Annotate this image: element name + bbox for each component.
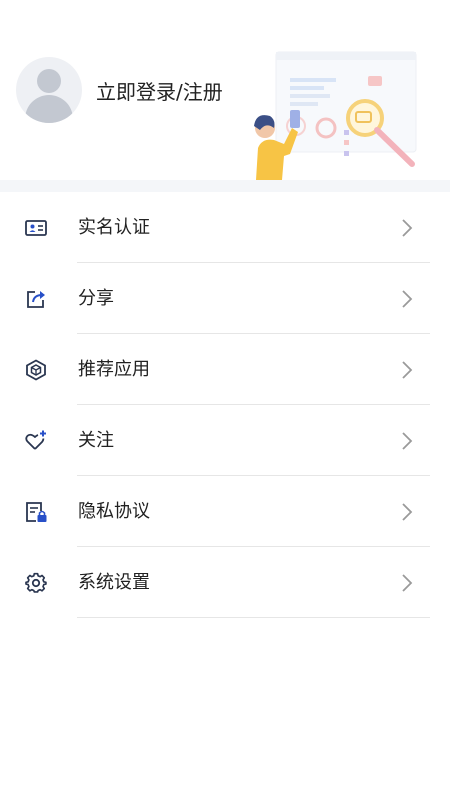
document-lock-icon bbox=[26, 502, 47, 522]
section-divider-band bbox=[0, 180, 450, 192]
cube-icon bbox=[26, 359, 46, 381]
chevron-right-icon bbox=[402, 432, 413, 450]
menu-item-share[interactable]: 分享 bbox=[0, 263, 450, 334]
login-register-link[interactable]: 立即登录/注册 bbox=[96, 76, 223, 105]
header-illustration bbox=[254, 51, 417, 180]
gear-icon bbox=[25, 572, 47, 593]
settings-menu: 实名认证 分享 推荐应用 关注 隐私协议 系统设置 bbox=[0, 192, 450, 618]
menu-item-label: 分享 bbox=[78, 288, 114, 309]
chevron-right-icon bbox=[402, 219, 413, 237]
chevron-right-icon bbox=[402, 361, 413, 379]
menu-item-label: 隐私协议 bbox=[78, 501, 150, 522]
row-separator bbox=[77, 617, 430, 618]
menu-item-follow[interactable]: 关注 bbox=[0, 405, 450, 476]
menu-item-system-settings[interactable]: 系统设置 bbox=[0, 547, 450, 618]
avatar[interactable] bbox=[16, 57, 82, 123]
chevron-right-icon bbox=[402, 290, 413, 308]
menu-item-label: 系统设置 bbox=[78, 572, 150, 593]
share-icon bbox=[27, 291, 45, 308]
avatar-head-shape bbox=[37, 69, 61, 93]
chevron-right-icon bbox=[402, 574, 413, 592]
heart-plus-icon bbox=[25, 430, 46, 450]
id-card-icon bbox=[25, 220, 47, 236]
menu-item-label: 实名认证 bbox=[78, 217, 150, 238]
menu-item-realname-auth[interactable]: 实名认证 bbox=[0, 192, 450, 263]
profile-header: 立即登录/注册 bbox=[0, 0, 450, 180]
avatar-body-shape bbox=[25, 95, 73, 123]
menu-item-recommended-apps[interactable]: 推荐应用 bbox=[0, 334, 450, 405]
menu-item-label: 关注 bbox=[78, 430, 114, 451]
menu-item-label: 推荐应用 bbox=[78, 359, 150, 380]
menu-item-privacy-policy[interactable]: 隐私协议 bbox=[0, 476, 450, 547]
chevron-right-icon bbox=[402, 503, 413, 521]
